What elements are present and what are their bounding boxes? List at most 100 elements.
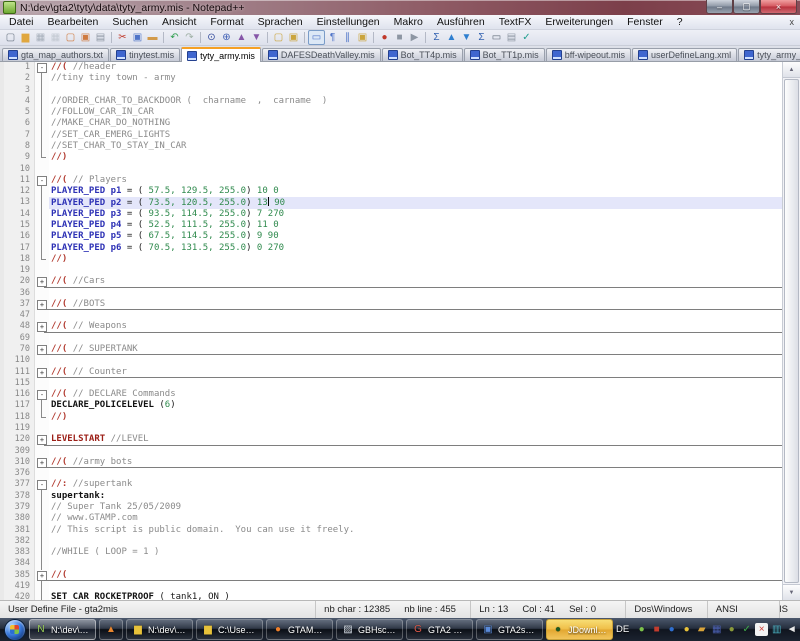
scroll-down-arrow-icon[interactable]: ▼ [783, 584, 800, 600]
code-text[interactable]: //SET_CHAR_TO_STAY_IN_CAR [49, 141, 783, 152]
code-text[interactable] [49, 423, 783, 434]
menubar-close-icon[interactable]: x [784, 17, 800, 27]
code-text[interactable] [49, 536, 783, 547]
menu-item-format[interactable]: Format [203, 15, 250, 29]
fold-expand-box-icon[interactable]: + [37, 458, 47, 468]
taskbar-explorer-users-button[interactable]: ▆C:\Users\... [196, 619, 263, 640]
menu-item-ausfhren[interactable]: Ausführen [430, 15, 492, 29]
taskbar-jdownloader-button[interactable]: ●JDownloa... [546, 619, 613, 640]
code-text[interactable]: PLAYER_PED p5 = ( 67.5, 114.5, 255.0) 9 … [49, 231, 783, 242]
code-text[interactable]: //( //Cars [49, 276, 783, 287]
code-text[interactable]: //( //header [49, 62, 783, 73]
console-window-icon[interactable]: ▭ [489, 31, 504, 44]
macro-play-icon[interactable]: ▶ [407, 31, 422, 44]
textfx-sigma-icon[interactable]: Σ [474, 31, 489, 44]
word-wrap-icon[interactable]: ▭ [308, 30, 325, 45]
fold-expand-box-icon[interactable]: + [37, 300, 47, 310]
menu-item-einstellungen[interactable]: Einstellungen [310, 15, 387, 29]
print-icon[interactable]: ▤ [93, 31, 108, 44]
find-next-icon[interactable]: ▼ [249, 31, 264, 44]
fold-expand-box-icon[interactable]: + [37, 368, 47, 378]
tab-bot-tt1p-mis[interactable]: Bot_TT1p.mis [464, 48, 545, 61]
fold-collapse-box-icon[interactable]: - [37, 480, 47, 490]
save-all-icon[interactable]: ▦ [48, 31, 63, 44]
code-text[interactable]: // This script is public domain. You can… [49, 525, 783, 536]
fold-collapse-box-icon[interactable]: - [37, 390, 47, 400]
tab-tinytest-mis[interactable]: tinytest.mis [110, 48, 180, 61]
menu-item-sprachen[interactable]: Sprachen [251, 15, 310, 29]
redo-icon[interactable]: ↷ [182, 31, 197, 44]
menu-item-makro[interactable]: Makro [387, 15, 430, 29]
menu-item-bearbeiten[interactable]: Bearbeiten [41, 15, 106, 29]
code-text[interactable] [49, 164, 783, 175]
code-text[interactable]: //MAKE_CHAR_DO_NOTHING [49, 118, 783, 129]
cut-icon[interactable]: ✂ [115, 31, 130, 44]
fold-expand-box-icon[interactable]: + [37, 345, 47, 355]
scroll-up-arrow-icon[interactable]: ▲ [783, 62, 800, 78]
code-text[interactable]: //SET_CAR_EMERG_LIGHTS [49, 130, 783, 141]
code-text[interactable]: //( // Players [49, 175, 783, 186]
code-text[interactable]: // Super Tank 25/05/2009 [49, 502, 783, 513]
taskbar-gta2-game-button[interactable]: GGTA2 Ga... [406, 619, 473, 640]
code-text[interactable] [49, 310, 783, 321]
close-button[interactable]: × [760, 0, 797, 14]
tray-display-icon[interactable]: ▥ [770, 623, 783, 636]
taskbar-gtamp-browser-button[interactable]: ●GTAMP.c... [266, 619, 333, 640]
code-text[interactable] [49, 355, 783, 366]
code-text[interactable] [49, 468, 783, 479]
menu-item-erweiterungen[interactable]: Erweiterungen [538, 15, 620, 29]
code-text[interactable]: //( //BOTS [49, 299, 783, 310]
minimize-button[interactable]: – [706, 0, 733, 14]
find-prev-icon[interactable]: ▲ [234, 31, 249, 44]
undo-icon[interactable]: ↶ [167, 31, 182, 44]
code-text[interactable]: //: //supertank [49, 479, 783, 490]
code-text[interactable]: //( // Weapons [49, 321, 783, 332]
save-icon[interactable]: ▦ [33, 31, 48, 44]
code-text[interactable]: //) [49, 254, 783, 265]
menu-item-fenster[interactable]: Fenster [620, 15, 670, 29]
menu-item-[interactable]: ? [670, 15, 690, 29]
tray-pen-icon[interactable]: ▰ [695, 623, 708, 636]
textfx-sum-icon[interactable]: Σ [429, 31, 444, 44]
menu-item-datei[interactable]: Datei [2, 15, 41, 29]
tray-graph-icon[interactable]: ■ [650, 623, 663, 636]
maximize-button[interactable]: ▢ [733, 0, 760, 14]
show-all-chars-icon[interactable]: ¶ [325, 31, 340, 44]
code-text[interactable]: //( // Counter [49, 367, 783, 378]
macro-stop-icon[interactable]: ■ [392, 31, 407, 44]
tray-blue-app-icon[interactable]: ● [665, 623, 678, 636]
taskbar-gbhscript-button[interactable]: ▨GBHscript... [336, 619, 403, 640]
user-lang-dialog-icon[interactable]: ▣ [355, 31, 370, 44]
tab-gta-map-authors-txt[interactable]: gta_map_authors.txt [2, 48, 109, 61]
taskbar-vlc-button[interactable]: ▲ [99, 619, 123, 640]
fold-expand-box-icon[interactable]: + [37, 571, 47, 581]
open-folder-icon[interactable]: ▆ [18, 31, 33, 44]
macro-record-icon[interactable]: ● [377, 31, 392, 44]
menu-item-textfx[interactable]: TextFX [492, 15, 539, 29]
tab-dafesdeathvalley-mis[interactable]: DAFESDeathValley.mis [262, 48, 381, 61]
vertical-scrollbar[interactable]: ▲ ▼ [782, 62, 800, 600]
copy-icon[interactable]: ▣ [130, 31, 145, 44]
fold-collapse-box-icon[interactable]: - [37, 63, 47, 73]
code-text[interactable]: //FOLLOW_CAR_IN_CAR [49, 107, 783, 118]
code-text[interactable]: supertank: [49, 491, 783, 502]
code-text[interactable] [49, 446, 783, 457]
taskbar-gta2-script-button[interactable]: ▣GTA2scri... [476, 619, 543, 640]
taskbar-explorer-n-drive-button[interactable]: ▆N:\dev\gt... [126, 619, 193, 640]
tray-yellow-orb-icon[interactable]: ● [680, 623, 693, 636]
new-file-icon[interactable]: ▢ [3, 31, 18, 44]
code-text[interactable]: PLAYER_PED p4 = ( 52.5, 111.5, 255.0) 11… [49, 220, 783, 231]
menu-item-suchen[interactable]: Suchen [105, 15, 155, 29]
close-all-docs-icon[interactable]: ▣ [78, 31, 93, 44]
fold-expand-box-icon[interactable]: + [37, 435, 47, 445]
code-text[interactable] [49, 558, 783, 569]
tray-olive-orb-icon[interactable]: ● [725, 623, 738, 636]
code-text[interactable]: //( //army bots [49, 457, 783, 468]
keyboard-language-indicator[interactable]: DE [616, 624, 629, 635]
tray-volume-icon[interactable]: ◄ [785, 623, 798, 636]
fold-expand-box-icon[interactable]: + [37, 277, 47, 287]
spellcheck-icon[interactable]: ✓ [519, 31, 534, 44]
paste-icon[interactable]: ▬ [145, 31, 160, 44]
code-text[interactable]: //) [49, 412, 783, 423]
code-text[interactable] [49, 265, 783, 276]
